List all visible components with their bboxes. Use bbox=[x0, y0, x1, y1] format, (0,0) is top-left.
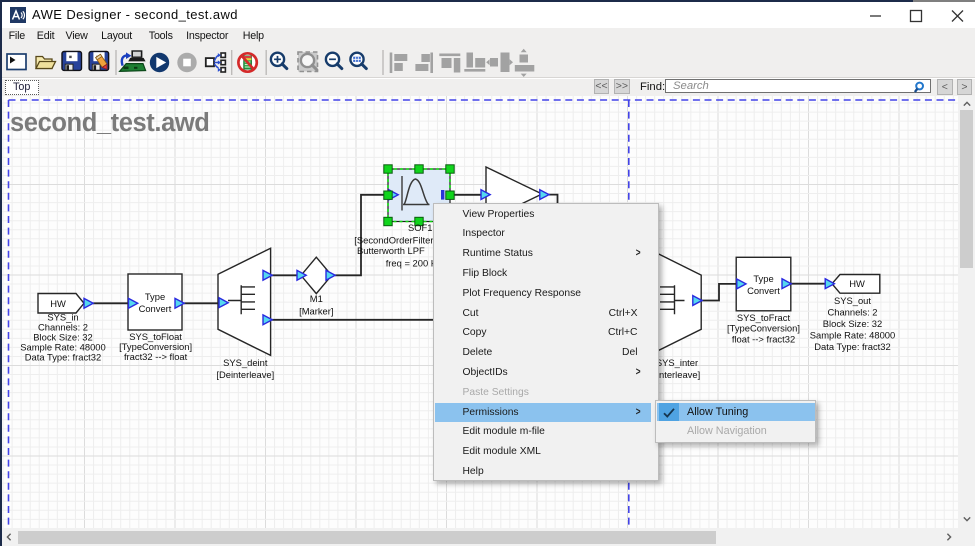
svg-text:SYS_toFract: SYS_toFract bbox=[737, 312, 791, 323]
svg-text:Sample Rate: 48000: Sample Rate: 48000 bbox=[810, 330, 895, 341]
svg-text:SYS_inter: SYS_inter bbox=[656, 357, 698, 368]
svg-text:float --> fract32: float --> fract32 bbox=[732, 334, 795, 345]
svg-text:HW: HW bbox=[849, 278, 865, 289]
svg-text:HW: HW bbox=[50, 298, 66, 309]
svg-text:Data Type: fract32: Data Type: fract32 bbox=[814, 341, 890, 352]
svg-text:SOF1: SOF1 bbox=[408, 222, 433, 233]
svg-text:second_test.awd: second_test.awd bbox=[10, 109, 209, 137]
svg-text:SYS_out: SYS_out bbox=[834, 295, 871, 306]
svg-text:Block Size: 32: Block Size: 32 bbox=[823, 318, 882, 329]
svg-text:Convert: Convert bbox=[139, 303, 172, 314]
svg-text:fract32 --> float: fract32 --> float bbox=[124, 351, 188, 362]
svg-text:Channels: 2: Channels: 2 bbox=[827, 307, 877, 318]
svg-text:Data Type: fract32: Data Type: fract32 bbox=[25, 351, 101, 362]
svg-text:[TypeConversion]: [TypeConversion] bbox=[727, 323, 800, 334]
svg-text:[Interleave]: [Interleave] bbox=[654, 369, 700, 380]
svg-text:Type: Type bbox=[145, 291, 165, 302]
svg-text:[Marker]: [Marker] bbox=[299, 305, 333, 316]
svg-text:M1: M1 bbox=[310, 293, 323, 304]
svg-text:Convert: Convert bbox=[747, 285, 780, 296]
svg-text:Type: Type bbox=[753, 273, 773, 284]
svg-text:Butterworth LPF: Butterworth LPF bbox=[357, 245, 425, 256]
svg-text:[Deinterleave]: [Deinterleave] bbox=[216, 369, 274, 380]
svg-text:SYS_deint: SYS_deint bbox=[223, 357, 268, 368]
